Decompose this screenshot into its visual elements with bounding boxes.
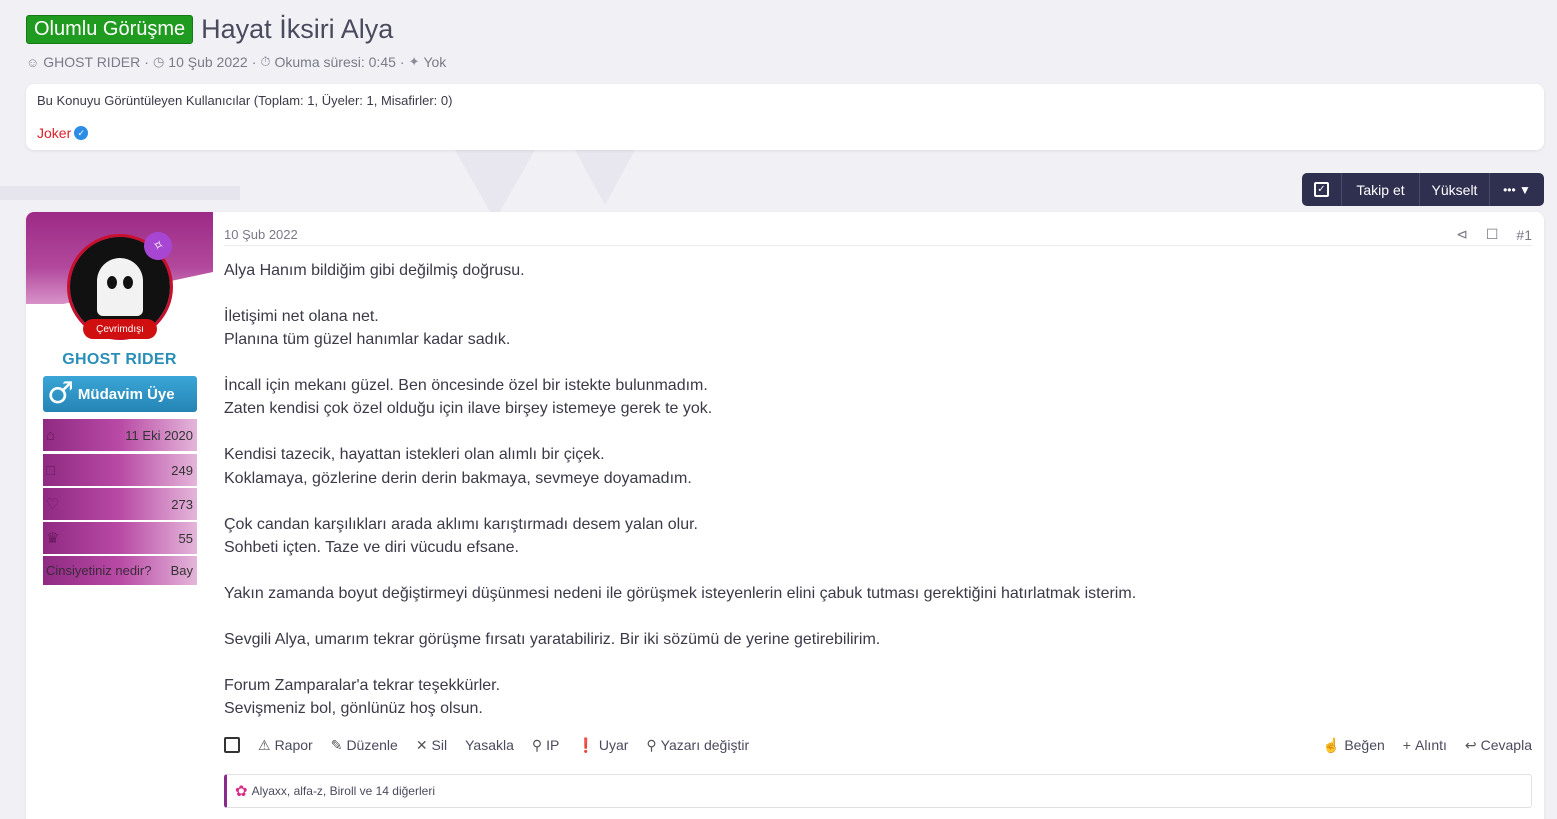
plus-icon: +: [1402, 737, 1411, 753]
post-paragraph: Forum Zamparalar'a tekrar teşekkürler. S…: [224, 677, 501, 718]
tag-icon: ✦: [408, 54, 420, 69]
reply-icon: ↩: [1464, 736, 1477, 753]
stat-reactions-value: 273: [171, 496, 193, 512]
thread-title: Hayat İksiri Alya: [201, 14, 394, 44]
user-title-text: Müdavim Üye: [77, 385, 175, 403]
post-header: 10 Şub 2022 ⊲ ☐ #1: [224, 224, 1532, 246]
change-author-button[interactable]: ⚲ Yazarı değiştir: [646, 737, 749, 754]
thread-toolbar: ✓ Takip et Yükselt ••• ▼: [1302, 173, 1544, 206]
delete-button[interactable]: ✕ Sil: [416, 737, 447, 754]
share-icon[interactable]: ⊲: [1456, 226, 1468, 243]
thread-reading-time: Okuma süresi: 0:45: [274, 54, 396, 70]
thread-viewers-box: Bu Konuyu Görüntüleyen Kullanıcılar (Top…: [26, 84, 1544, 150]
post-paragraph: İncall için mekanı güzel. Ben öncesinde …: [224, 377, 713, 418]
post-body: Alya Hanım bildiğim gibi değilmiş doğrus…: [224, 259, 1324, 743]
home-icon: ⌂: [46, 426, 56, 444]
post-username[interactable]: GHOST RIDER: [26, 351, 213, 369]
timer-icon: ⏱: [260, 54, 271, 69]
select-post-checkbox[interactable]: [224, 737, 240, 753]
post-date[interactable]: 10 Şub 2022: [224, 227, 298, 242]
thread-prefix-badge[interactable]: Olumlu Görüşme: [26, 15, 194, 44]
pencil-icon: ✎: [330, 736, 343, 753]
ban-button[interactable]: Yasakla: [465, 737, 514, 753]
thread-meta: ☺ GHOST RIDER · ◷ 10 Şub 2022 · ⏱ Okuma …: [26, 54, 447, 70]
male-icon: ♂: [47, 376, 74, 411]
report-button[interactable]: ⚠ Rapor: [258, 737, 313, 754]
bunny-reaction-icon: ✿: [235, 783, 248, 800]
edit-button[interactable]: ✎ Düzenle: [331, 737, 398, 754]
message-icon: □: [46, 461, 56, 479]
ip-button[interactable]: ⚲ IP: [532, 737, 560, 754]
thread-author[interactable]: GHOST RIDER: [43, 54, 140, 70]
post: ✧ Çevrimdışı GHOST RIDER ♂ Müdavim Üye ⌂…: [26, 212, 1544, 819]
boost-button[interactable]: Yükselt: [1420, 173, 1490, 206]
stat-reactions: ♡ 273: [43, 488, 197, 520]
verified-icon: ✓: [74, 126, 89, 140]
user-icon: ☺: [26, 54, 40, 70]
stat-points: ♛ 55: [43, 522, 197, 554]
stat-gender: Cinsiyetiniz nedir? Bay: [43, 556, 197, 585]
thread-tags: Yok: [423, 54, 447, 70]
thumbs-up-icon: ☝: [1322, 736, 1341, 753]
exclamation-icon: ❗: [577, 736, 595, 753]
post-paragraph: Alya Hanım bildiğim gibi değilmiş doğrus…: [224, 262, 525, 279]
select-thread-button[interactable]: ✓: [1302, 173, 1342, 206]
clock-icon: ◷: [152, 54, 165, 69]
quote-button[interactable]: + Alıntı: [1403, 737, 1447, 753]
user-title-banner: ♂ Müdavim Üye: [43, 376, 197, 412]
stat-joined-value: 11 Eki 2020: [125, 427, 193, 443]
more-options-button[interactable]: ••• ▼: [1490, 173, 1544, 206]
search-icon: ⚲: [646, 736, 657, 753]
gender-value: Bay: [170, 563, 193, 578]
post-paragraph: Çok candan karşılıkları arada aklımı kar…: [224, 515, 698, 556]
close-icon: ✕: [415, 736, 428, 753]
bookmark-icon[interactable]: ☐: [1486, 226, 1499, 243]
stat-joined: ⌂ 11 Eki 2020: [43, 419, 197, 451]
reactions-bar[interactable]: ✿ Alyaxx, alfa-z, Biroll ve 14 diğerleri: [224, 774, 1532, 808]
follow-button[interactable]: Takip et: [1342, 173, 1420, 206]
checkbox-icon: ✓: [1314, 182, 1329, 197]
post-paragraph: Yakın zamanda boyut değiştirmeyi düşünme…: [224, 584, 1137, 602]
reply-button[interactable]: ↩ Cevapla: [1465, 737, 1532, 754]
chevron-down-icon: ▼: [1519, 182, 1531, 197]
trophy-icon: ♛: [46, 530, 60, 547]
viewer-user[interactable]: Joker ✓: [37, 125, 1533, 141]
post-paragraph: Sevgili Alya, umarım tekrar görüşme fırs…: [224, 630, 881, 648]
post-actions: ⚠ Rapor ✎ Düzenle ✕ Sil Yasakla ⚲ IP ❗ Uyar ⚲…: [224, 735, 1532, 755]
post-content: 10 Şub 2022 ⊲ ☐ #1 Alya Hanım bildiğim g…: [224, 212, 1532, 819]
post-user-column: ✧ Çevrimdışı GHOST RIDER ♂ Müdavim Üye ⌂…: [26, 212, 213, 819]
thread-title-row: Olumlu Görüşme Hayat İksiri Alya: [26, 14, 393, 45]
reactions-text[interactable]: Alyaxx, alfa-z, Biroll ve 14 diğerleri: [252, 784, 435, 798]
post-paragraph: Kendisi tazecik, hayattan istekleri olan…: [224, 446, 692, 487]
post-number[interactable]: #1: [1516, 227, 1532, 243]
gender-label: Cinsiyetiniz nedir?: [46, 563, 152, 578]
stat-messages: □ 249: [43, 454, 197, 486]
heart-icon: ♡: [46, 496, 60, 513]
search-icon: ⚲: [531, 736, 543, 753]
post-paragraph: İletişimi net olana net. Planına tüm güz…: [224, 308, 511, 349]
stat-messages-value: 249: [171, 462, 193, 478]
viewer-username[interactable]: Joker: [37, 125, 71, 141]
warn-button[interactable]: ❗ Uyar: [577, 737, 628, 754]
thread-date[interactable]: 10 Şub 2022: [168, 54, 247, 70]
stat-points-value: 55: [178, 530, 193, 546]
like-button[interactable]: ☝ Beğen: [1323, 737, 1385, 754]
viewers-title: Bu Konuyu Görüntüleyen Kullanıcılar (Top…: [37, 93, 453, 108]
ghost-icon: [97, 258, 143, 316]
online-status-badge: Çevrimdışı: [83, 319, 157, 339]
warning-icon: ⚠: [258, 736, 271, 753]
